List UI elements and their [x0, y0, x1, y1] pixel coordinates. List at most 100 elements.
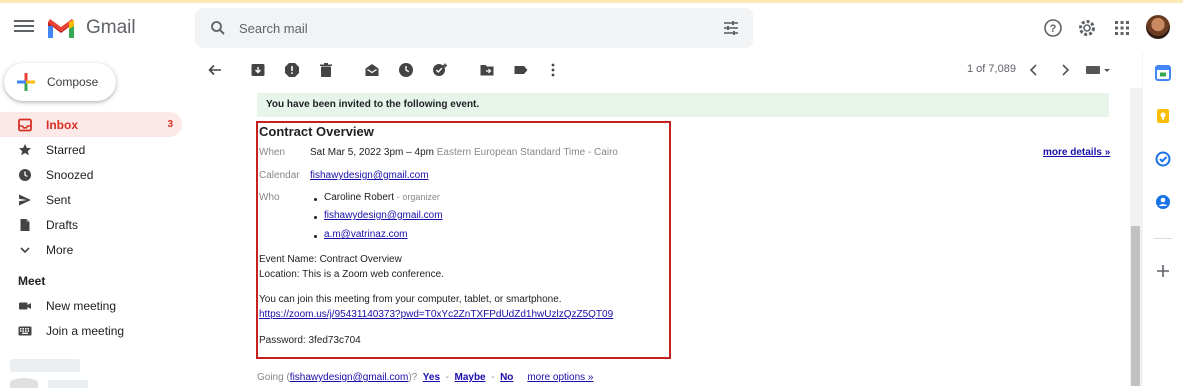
- rsvp-yes-button[interactable]: Yes: [423, 372, 440, 383]
- nav-item-more[interactable]: More: [0, 237, 182, 262]
- blurred-contact-name: [48, 380, 88, 388]
- account-avatar[interactable]: [1146, 15, 1170, 39]
- new-meeting-button[interactable]: New meeting: [0, 293, 182, 318]
- more-actions-button[interactable]: [545, 62, 561, 78]
- inbox-icon: [18, 118, 32, 132]
- keyboard-dropdown-icon: [1086, 66, 1110, 74]
- rsvp-maybe-button[interactable]: Maybe: [455, 372, 486, 383]
- snooze-clock-icon: [399, 63, 413, 77]
- mark-unread-icon: [365, 64, 379, 76]
- left-nav: Inbox 3 Starred Snoozed Sent Drafts More: [0, 112, 190, 262]
- nav-label: Starred: [46, 142, 86, 157]
- contacts-app-icon[interactable]: [1155, 194, 1171, 210]
- nav-label: Snoozed: [46, 167, 94, 182]
- meet-label: Join a meeting: [46, 323, 125, 338]
- search-icon[interactable]: [209, 19, 227, 37]
- input-tools-button[interactable]: [1085, 62, 1111, 78]
- trash-icon: [320, 63, 332, 77]
- tasks-app-icon[interactable]: [1155, 151, 1171, 167]
- delete-button[interactable]: [318, 62, 334, 78]
- calendar-app-icon[interactable]: [1155, 65, 1171, 81]
- gmail-logo[interactable]: Gmail: [46, 14, 176, 42]
- nav-label: Sent: [46, 192, 71, 207]
- nav-item-snoozed[interactable]: Snoozed: [0, 162, 182, 187]
- labels-button[interactable]: [513, 62, 529, 78]
- nav-label: More: [46, 242, 74, 257]
- more-vertical-icon: [551, 63, 555, 77]
- snooze-button[interactable]: [398, 62, 414, 78]
- nav-item-sent[interactable]: Sent: [0, 187, 182, 212]
- rsvp-line: Going (fishawydesign@gmail.com)? Yes - M…: [257, 372, 594, 383]
- move-to-button[interactable]: [479, 62, 495, 78]
- compose-plus-icon: [17, 73, 35, 91]
- nav-item-drafts[interactable]: Drafts: [0, 212, 182, 237]
- compose-button[interactable]: Compose: [4, 63, 116, 101]
- guest-name: Caroline Robert: [324, 192, 395, 203]
- report-spam-button[interactable]: [284, 62, 300, 78]
- who-label: Who: [259, 192, 280, 203]
- add-to-tasks-button[interactable]: [432, 62, 448, 78]
- keyboard-icon: [18, 326, 32, 336]
- going-suffix: )?: [408, 372, 418, 383]
- unread-count: 3: [167, 119, 173, 130]
- apps-grid-icon[interactable]: [1112, 18, 1132, 38]
- more-details-link[interactable]: more details »: [1043, 147, 1110, 158]
- blurred-hangouts-item: [10, 359, 80, 372]
- app-header: Gmail ?: [0, 3, 1183, 51]
- main-menu-button[interactable]: [14, 17, 34, 37]
- file-icon: [20, 219, 30, 231]
- keep-app-icon[interactable]: [1155, 108, 1171, 124]
- meet-section: New meeting Join a meeting: [0, 293, 190, 343]
- move-to-folder-icon: [480, 65, 494, 76]
- calendar-label: Calendar: [259, 170, 300, 181]
- search-bar[interactable]: [195, 8, 753, 48]
- event-name-line: Event Name: Contract Overview: [259, 254, 402, 265]
- more-options-link[interactable]: more options »: [527, 372, 593, 383]
- bullet: [314, 198, 317, 201]
- svg-text:?: ?: [1050, 23, 1057, 35]
- calendar-email-link[interactable]: fishawydesign@gmail.com: [310, 170, 429, 181]
- event-title: Contract Overview: [259, 124, 374, 139]
- search-options-icon[interactable]: [723, 20, 739, 36]
- settings-gear-icon[interactable]: [1077, 18, 1097, 38]
- archive-icon: [251, 64, 265, 76]
- nav-item-inbox[interactable]: Inbox 3: [0, 112, 182, 137]
- guest-email-link[interactable]: fishawydesign@gmail.com: [324, 210, 443, 221]
- bullet: [314, 235, 317, 238]
- newer-button[interactable]: [1026, 62, 1042, 78]
- label-icon: [514, 66, 528, 74]
- older-button[interactable]: [1057, 62, 1073, 78]
- zoom-meeting-link[interactable]: https://zoom.us/j/95431140373?pwd=T0xYc2…: [259, 309, 613, 320]
- guest-email-link[interactable]: a.m@vatrinaz.com: [324, 229, 408, 240]
- scrollbar-thumb[interactable]: [1131, 226, 1140, 386]
- blurred-avatar: [10, 378, 38, 388]
- search-input[interactable]: [239, 18, 699, 38]
- join-meeting-button[interactable]: Join a meeting: [0, 318, 182, 343]
- mark-unread-button[interactable]: [364, 62, 380, 78]
- when-label: When: [259, 147, 286, 158]
- gmail-m-icon: [48, 19, 74, 38]
- chevron-down-icon: [20, 247, 30, 254]
- side-panel: [1142, 51, 1183, 386]
- help-icon[interactable]: ?: [1043, 18, 1063, 38]
- compose-label: Compose: [47, 75, 99, 89]
- rsvp-no-button[interactable]: No: [500, 372, 513, 383]
- videocam-icon: [19, 302, 31, 310]
- chevron-left-icon: [1029, 64, 1037, 76]
- side-panel-divider: [1154, 238, 1172, 239]
- arrow-back-icon: [208, 64, 221, 76]
- add-task-icon: [433, 63, 447, 76]
- when-timezone: Eastern European Standard Time - Cairo: [436, 147, 618, 158]
- back-arrow-button[interactable]: [207, 62, 223, 78]
- meet-section-title: Meet: [18, 274, 46, 288]
- when-value: Sat Mar 5, 2022 3pm – 4pm Eastern Europe…: [310, 147, 618, 158]
- nav-item-starred[interactable]: Starred: [0, 137, 182, 162]
- meet-label: New meeting: [46, 298, 117, 313]
- archive-button[interactable]: [250, 62, 266, 78]
- rsvp-email-link[interactable]: fishawydesign@gmail.com: [290, 372, 409, 383]
- clock-icon: [19, 169, 31, 181]
- password-line: Password: 3fed73c704: [259, 335, 361, 346]
- add-addon-plus-icon[interactable]: [1155, 263, 1171, 279]
- nav-label: Inbox: [46, 117, 78, 132]
- star-icon: [19, 144, 31, 156]
